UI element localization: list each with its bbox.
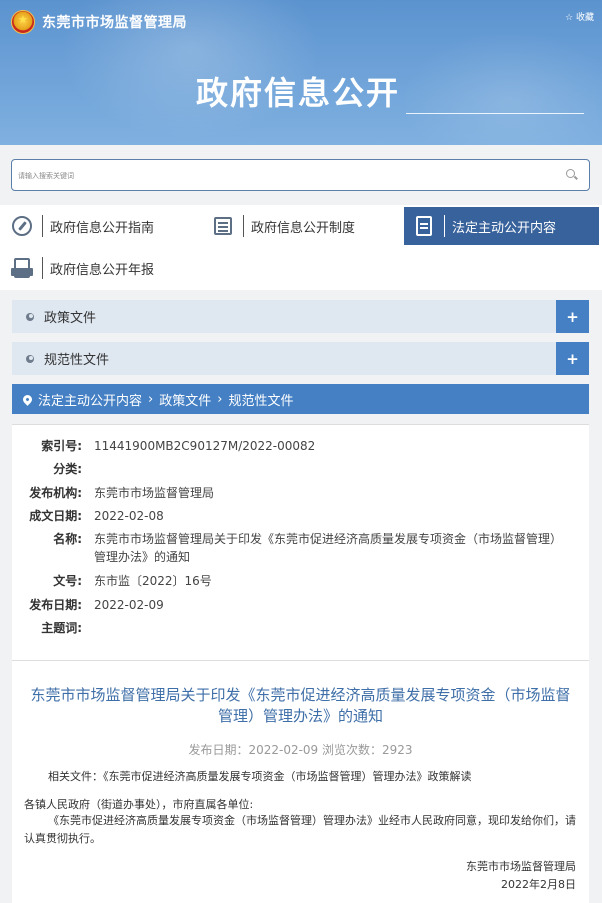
search-bar (11, 159, 590, 191)
quick-link-guide[interactable]: 政府信息公开指南 (2, 207, 198, 245)
meta-value: 东莞市市场监督管理局 (94, 486, 215, 500)
meta-key: 文号: (53, 574, 82, 588)
meta-key: 发布日期: (29, 598, 82, 612)
expand-button[interactable]: + (556, 342, 589, 375)
meta-value (94, 460, 564, 478)
quick-link-label: 政府信息公开指南 (50, 220, 155, 236)
expand-button[interactable]: + (556, 300, 589, 333)
breadcrumb-item[interactable]: 政策文件 (159, 390, 211, 409)
category-normative-documents[interactable]: 规范性文件 + (12, 342, 589, 375)
meta-key: 主题词: (41, 621, 82, 635)
search-input[interactable] (18, 166, 548, 186)
banner-decoration (400, 30, 602, 145)
document-metadata: 索引号: 11441900MB2C90127M/2022-00082 分类: 发… (12, 424, 589, 660)
breadcrumb-item[interactable]: 法定主动公开内容 (38, 390, 142, 409)
article-title: 东莞市市场监督管理局关于印发《东莞市促进经济高质量发展专项资金（市场监督管理）管… (30, 686, 571, 725)
report-icon (11, 258, 33, 278)
meta-row-made-date: 成文日期: 2022-02-08 (12, 507, 589, 525)
bullet-icon (26, 354, 34, 363)
quick-link-annual-report[interactable]: 政府信息公开年报 (2, 249, 198, 287)
list-icon (214, 217, 232, 235)
related-document-link[interactable]: 相关文件：《东莞市促进经济高质量发展专项资金（市场监督管理）管理办法》政策解读 (48, 768, 472, 784)
article-sign-date: 2022年2月8日 (501, 878, 576, 891)
chevron-right-icon: › (217, 391, 223, 407)
meta-value (94, 619, 564, 637)
article-meta: 发布日期：2022-02-09 浏览次数：2923 (188, 743, 413, 757)
meta-key: 名称: (53, 532, 82, 546)
quick-link-content[interactable]: 法定主动公开内容 (404, 207, 599, 245)
category-label: 规范性文件 (44, 353, 110, 368)
category-label: 政策文件 (44, 311, 97, 326)
title-underline (406, 113, 584, 114)
meta-row-publisher: 发布机构: 东莞市市场监督管理局 (12, 484, 589, 502)
meta-key: 成文日期: (29, 509, 82, 523)
bullet-icon (26, 312, 34, 321)
meta-key: 分类: (53, 462, 82, 476)
meta-row-publish-date: 发布日期: 2022-02-09 (12, 596, 589, 614)
header-banner: 东莞市市场监督管理局 ☆ 收藏 政府信息公开 (0, 0, 602, 145)
breadcrumb: 法定主动公开内容 › 政策文件 › 规范性文件 (12, 384, 589, 414)
meta-row-doc-number: 文号: 东市监〔2022〕16号 (12, 572, 589, 590)
meta-value: 11441900MB2C90127M/2022-00082 (94, 439, 316, 453)
meta-key: 发布机构: (29, 486, 82, 500)
compass-icon (12, 216, 32, 236)
national-emblem-icon (11, 10, 35, 34)
quick-link-label: 政府信息公开制度 (251, 220, 356, 236)
article-signer: 东莞市市场监督管理局 (466, 860, 576, 873)
quick-links: 政府信息公开指南 政府信息公开制度 法定主动公开内容 政府信息公开年报 (0, 205, 602, 290)
meta-row-keywords: 主题词: (12, 619, 589, 637)
search-icon[interactable] (566, 169, 575, 178)
breadcrumb-item[interactable]: 规范性文件 (228, 390, 293, 409)
page-title: 政府信息公开 (196, 74, 401, 112)
meta-row-category: 分类: (12, 460, 589, 478)
location-pin-icon (21, 392, 34, 406)
meta-key: 索引号: (41, 439, 82, 453)
site-name[interactable]: 东莞市市场监督管理局 (42, 12, 187, 32)
quick-link-system[interactable]: 政府信息公开制度 (203, 207, 399, 245)
quick-link-label: 政府信息公开年报 (50, 262, 155, 278)
meta-row-index: 索引号: 11441900MB2C90127M/2022-00082 (12, 437, 589, 455)
meta-value: 2022-02-09 (94, 598, 164, 612)
chevron-right-icon: › (148, 391, 154, 407)
meta-value: 2022-02-08 (94, 509, 164, 523)
meta-value: 东市监〔2022〕16号 (94, 574, 212, 588)
article-body: 《东莞市促进经济高质量发展专项资金（市场监督管理）管理办法》业经市人民政府同意，… (24, 814, 576, 845)
category-policy-documents[interactable]: 政策文件 + (12, 300, 589, 333)
article: 东莞市市场监督管理局关于印发《东莞市促进经济高质量发展专项资金（市场监督管理）管… (12, 660, 589, 903)
meta-value: 东莞市市场监督管理局关于印发《东莞市促进经济高质量发展专项资金（市场监督管理）管… (94, 532, 563, 564)
document-icon (416, 216, 432, 236)
favorite-link[interactable]: ☆ 收藏 (565, 10, 594, 23)
meta-row-name: 名称: 东莞市市场监督管理局关于印发《东莞市促进经济高质量发展专项资金（市场监督… (12, 530, 589, 566)
quick-link-label: 法定主动公开内容 (452, 220, 557, 236)
